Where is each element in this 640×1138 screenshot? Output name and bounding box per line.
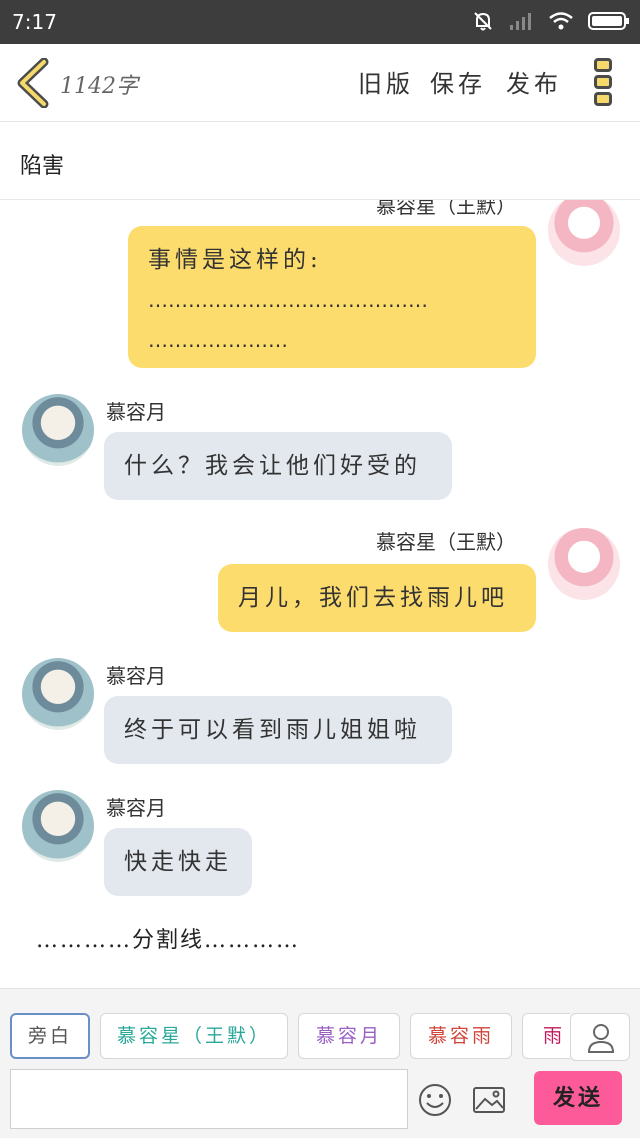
avatar-murongyue[interactable] [22, 394, 94, 466]
role-narration[interactable]: 旁白 [10, 1013, 90, 1059]
back-arrow-icon[interactable] [14, 58, 54, 108]
message-text: 快走快走 [124, 849, 232, 875]
save-button[interactable]: 保存 [430, 64, 486, 99]
message-line: …………………………………… [148, 288, 428, 312]
role-selector: 旁白 慕容星（王默） 慕容月 慕容雨 雨 [10, 1013, 570, 1061]
avatar-murongxing[interactable] [548, 528, 620, 600]
chat-area[interactable]: 慕容星（王默） 事情是这样的: …………………………………… ………………… 慕… [0, 200, 640, 988]
message-bubble[interactable]: 事情是这样的: …………………………………… ………………… [128, 226, 536, 368]
battery-icon [588, 12, 629, 30]
message-input[interactable] [10, 1069, 408, 1129]
message-bubble[interactable]: 快走快走 [104, 828, 252, 896]
role-murongyue[interactable]: 慕容月 [298, 1013, 400, 1059]
message-text: 什么？我会让他们好受的 [124, 453, 421, 479]
role-murongyu[interactable]: 慕容雨 [410, 1013, 512, 1059]
message-bubble[interactable]: 月儿，我们去找雨儿吧 [218, 564, 536, 632]
send-button[interactable]: 发送 [534, 1071, 622, 1125]
old-version-button[interactable]: 旧版 [358, 64, 414, 99]
image-icon[interactable] [472, 1083, 506, 1117]
speaker-name: 慕容月 [106, 796, 166, 820]
signal-icon [510, 13, 531, 30]
message-line: 事情是这样的: [148, 247, 322, 273]
avatar-murongyue[interactable] [22, 658, 94, 730]
editor-header: 1142字 旧版 保存 发布 [0, 44, 640, 122]
role-murongxing[interactable]: 慕容星（王默） [100, 1013, 288, 1059]
bell-muted-icon [474, 12, 492, 31]
message-bubble[interactable]: 什么？我会让他们好受的 [104, 432, 452, 500]
word-count: 1142字 [60, 74, 138, 99]
composer-bar: 旁白 慕容星（王默） 慕容月 慕容雨 雨 发送 [0, 988, 640, 1138]
status-icons [472, 10, 630, 32]
add-role-button[interactable] [570, 1013, 630, 1061]
avatar-murongxing[interactable] [548, 200, 620, 266]
message-bubble[interactable]: 终于可以看到雨儿姐姐啦 [104, 696, 452, 764]
user-icon [587, 1024, 615, 1053]
publish-button[interactable]: 发布 [506, 64, 562, 99]
message-text: 月儿，我们去找雨儿吧 [238, 585, 508, 611]
more-menu-icon[interactable] [594, 58, 616, 110]
story-title: 陷害 [20, 154, 65, 179]
message-text: 终于可以看到雨儿姐姐啦 [124, 717, 421, 743]
status-bar: 7:17 [0, 0, 640, 44]
avatar-murongyue[interactable] [22, 790, 94, 862]
wifi-icon [549, 12, 573, 30]
emoji-icon[interactable] [418, 1083, 452, 1117]
message-line: ………………… [148, 328, 288, 352]
speaker-name: 慕容星（王默） [376, 200, 516, 218]
status-time: 7:17 [12, 10, 57, 34]
role-partial[interactable]: 雨 [522, 1013, 570, 1059]
speaker-name: 慕容星（王默） [376, 530, 516, 554]
speaker-name: 慕容月 [106, 664, 166, 688]
section-divider[interactable]: …………分割线………… [36, 922, 300, 954]
speaker-name: 慕容月 [106, 400, 166, 424]
story-title-row[interactable]: 陷害 [0, 122, 640, 200]
